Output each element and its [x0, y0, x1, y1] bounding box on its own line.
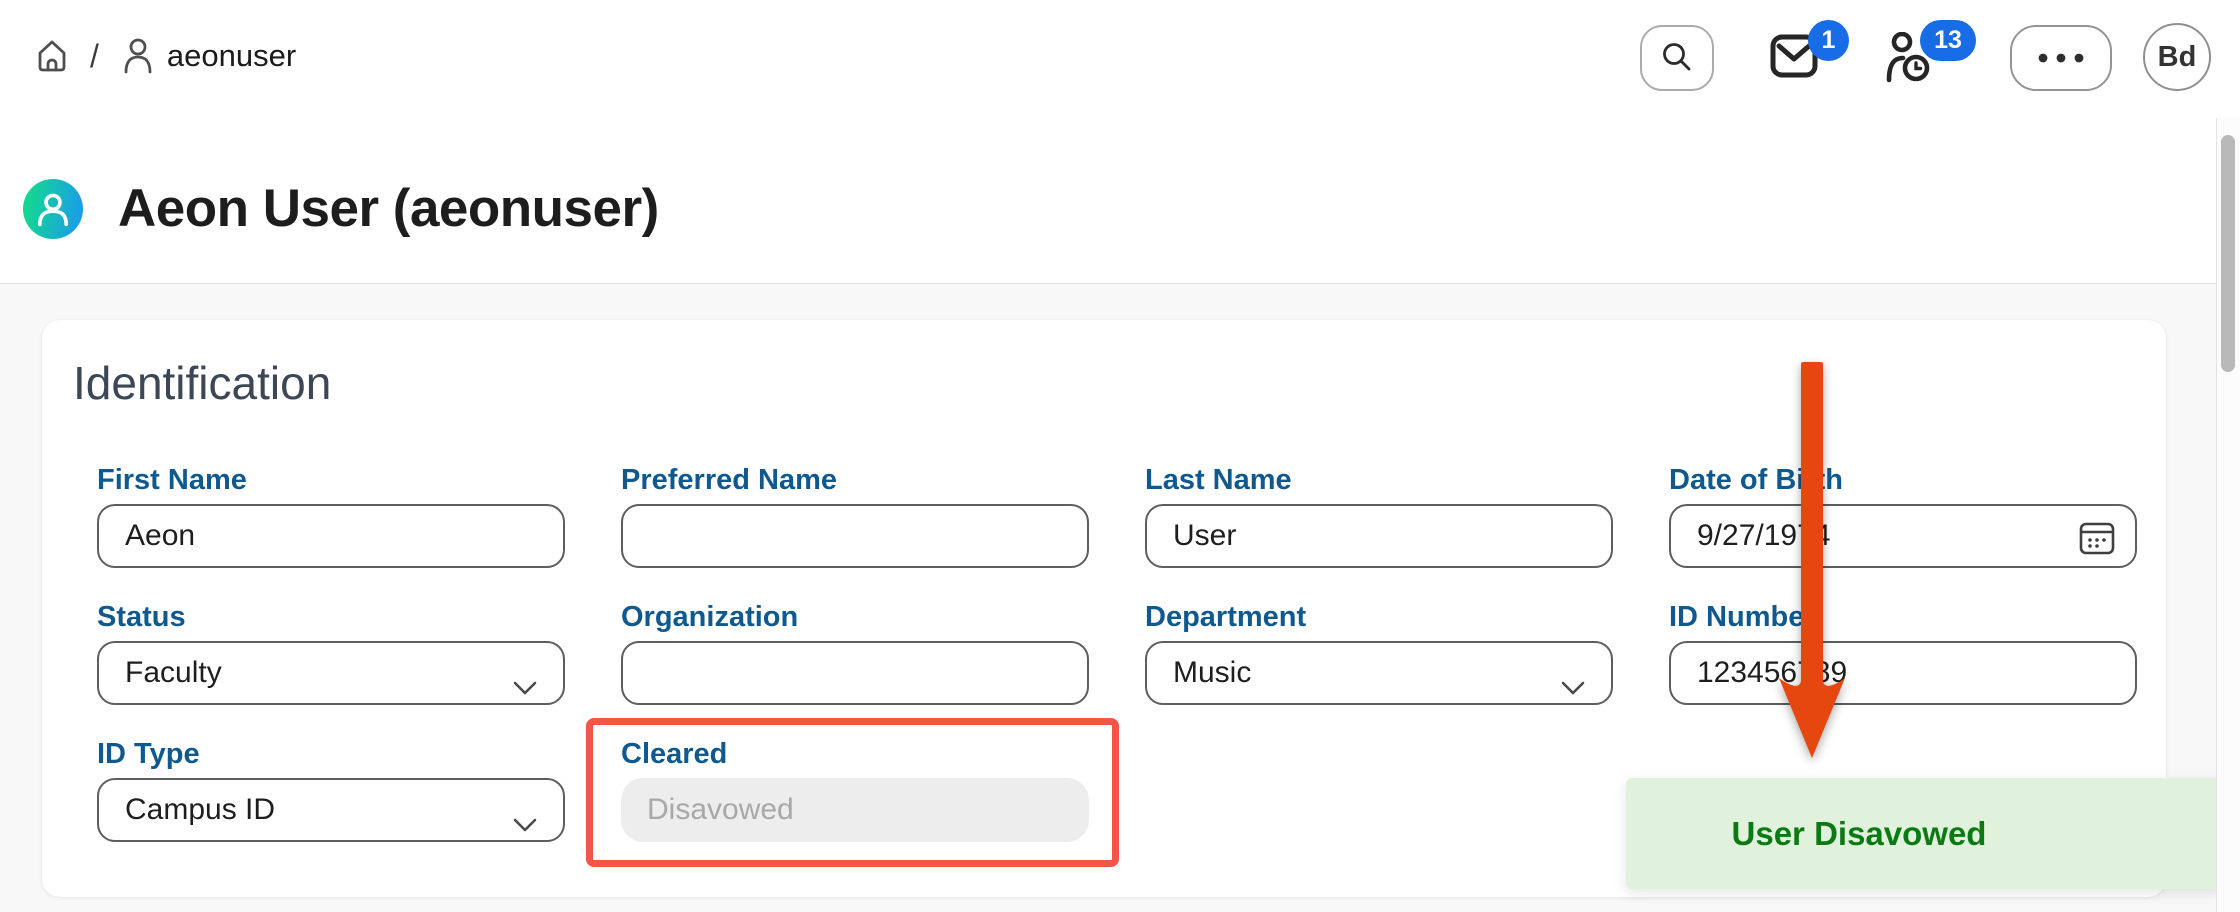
- field-cleared: Cleared Disavowed: [621, 738, 1089, 842]
- field-label: Cleared: [621, 738, 728, 770]
- chevron-down-icon: [513, 806, 537, 840]
- mail-icon: [1770, 34, 1818, 83]
- field-text-input[interactable]: [1173, 519, 1585, 553]
- top-actions: 1 13 Bd: [0, 0, 2240, 120]
- status-select[interactable]: Faculty: [97, 641, 565, 705]
- user-avatar-button[interactable]: Bd: [2143, 23, 2211, 91]
- toast-message: User Disavowed: [1731, 814, 1987, 852]
- user-clock-badge: 13: [1920, 20, 1976, 61]
- date-of-birth-field[interactable]: [1669, 504, 2137, 568]
- chevron-down-icon: [1561, 669, 1585, 703]
- user-clock-button[interactable]: 13: [1886, 20, 1976, 84]
- calendar-icon[interactable]: [2077, 518, 2117, 566]
- search-icon: [1661, 41, 1693, 76]
- field-status: Status Faculty: [97, 601, 565, 705]
- id-number-field[interactable]: [1669, 641, 2137, 705]
- field-value-text: Faculty: [125, 656, 222, 689]
- field-label: ID Number: [1669, 601, 1816, 633]
- field-label: Organization: [621, 601, 799, 633]
- field-value-text: Disavowed: [647, 793, 794, 826]
- id-type-select[interactable]: Campus ID: [97, 778, 565, 842]
- field-text-input[interactable]: [1697, 656, 2109, 690]
- mail-button[interactable]: 1: [1770, 20, 1849, 79]
- scrollbar-thumb[interactable]: [2221, 135, 2235, 372]
- field-organization: Organization: [621, 601, 1089, 705]
- field-label: Department: [1145, 601, 1307, 633]
- department-select[interactable]: Music: [1145, 641, 1613, 705]
- scrollbar-track[interactable]: [2216, 118, 2240, 912]
- last-name-field[interactable]: [1145, 504, 1613, 568]
- field-text-input[interactable]: [649, 656, 1061, 690]
- ellipsis-icon: [2038, 51, 2084, 66]
- first-name-field[interactable]: [97, 504, 565, 568]
- field-preferred-name: Preferred Name: [621, 464, 1089, 568]
- field-text-input[interactable]: [649, 519, 1061, 553]
- field-label: ID Type: [97, 738, 200, 770]
- field-value-text: Music: [1173, 656, 1252, 689]
- more-button[interactable]: [2010, 25, 2112, 91]
- field-label: First Name: [97, 464, 247, 496]
- avatar-initials: Bd: [2157, 40, 2197, 73]
- field-department: Department Music: [1145, 601, 1613, 705]
- card-title: Identification: [73, 357, 332, 409]
- field-text-input[interactable]: [1697, 519, 2109, 553]
- toast-notification: User Disavowed: [1626, 778, 2222, 889]
- profile-avatar-icon: [23, 178, 83, 239]
- search-button[interactable]: [1640, 25, 1714, 91]
- field-date-of-birth: Date of Birth: [1669, 464, 2137, 568]
- field-first-name: First Name: [97, 464, 565, 568]
- field-id-type: ID Type Campus ID: [97, 738, 565, 842]
- chevron-down-icon: [513, 669, 537, 703]
- page-title: Aeon User (aeonuser): [118, 179, 659, 238]
- cleared-field: Disavowed: [621, 778, 1089, 842]
- field-label: Date of Birth: [1669, 464, 1843, 496]
- field-value-text: Campus ID: [125, 793, 276, 826]
- preferred-name-field[interactable]: [621, 504, 1089, 568]
- mail-badge: 1: [1808, 20, 1849, 61]
- field-label: Last Name: [1145, 464, 1292, 496]
- field-id-number: ID Number: [1669, 601, 2137, 705]
- field-text-input[interactable]: [125, 519, 537, 553]
- organization-field[interactable]: [621, 641, 1089, 705]
- page: / aeonuser 1 13 Bd Aeon User (aeonuser) …: [0, 0, 2240, 912]
- field-last-name: Last Name: [1145, 464, 1613, 568]
- field-label: Preferred Name: [621, 464, 837, 496]
- title-row: Aeon User (aeonuser): [23, 178, 659, 239]
- field-label: Status: [97, 601, 186, 633]
- user-clock-icon: [1886, 31, 1932, 88]
